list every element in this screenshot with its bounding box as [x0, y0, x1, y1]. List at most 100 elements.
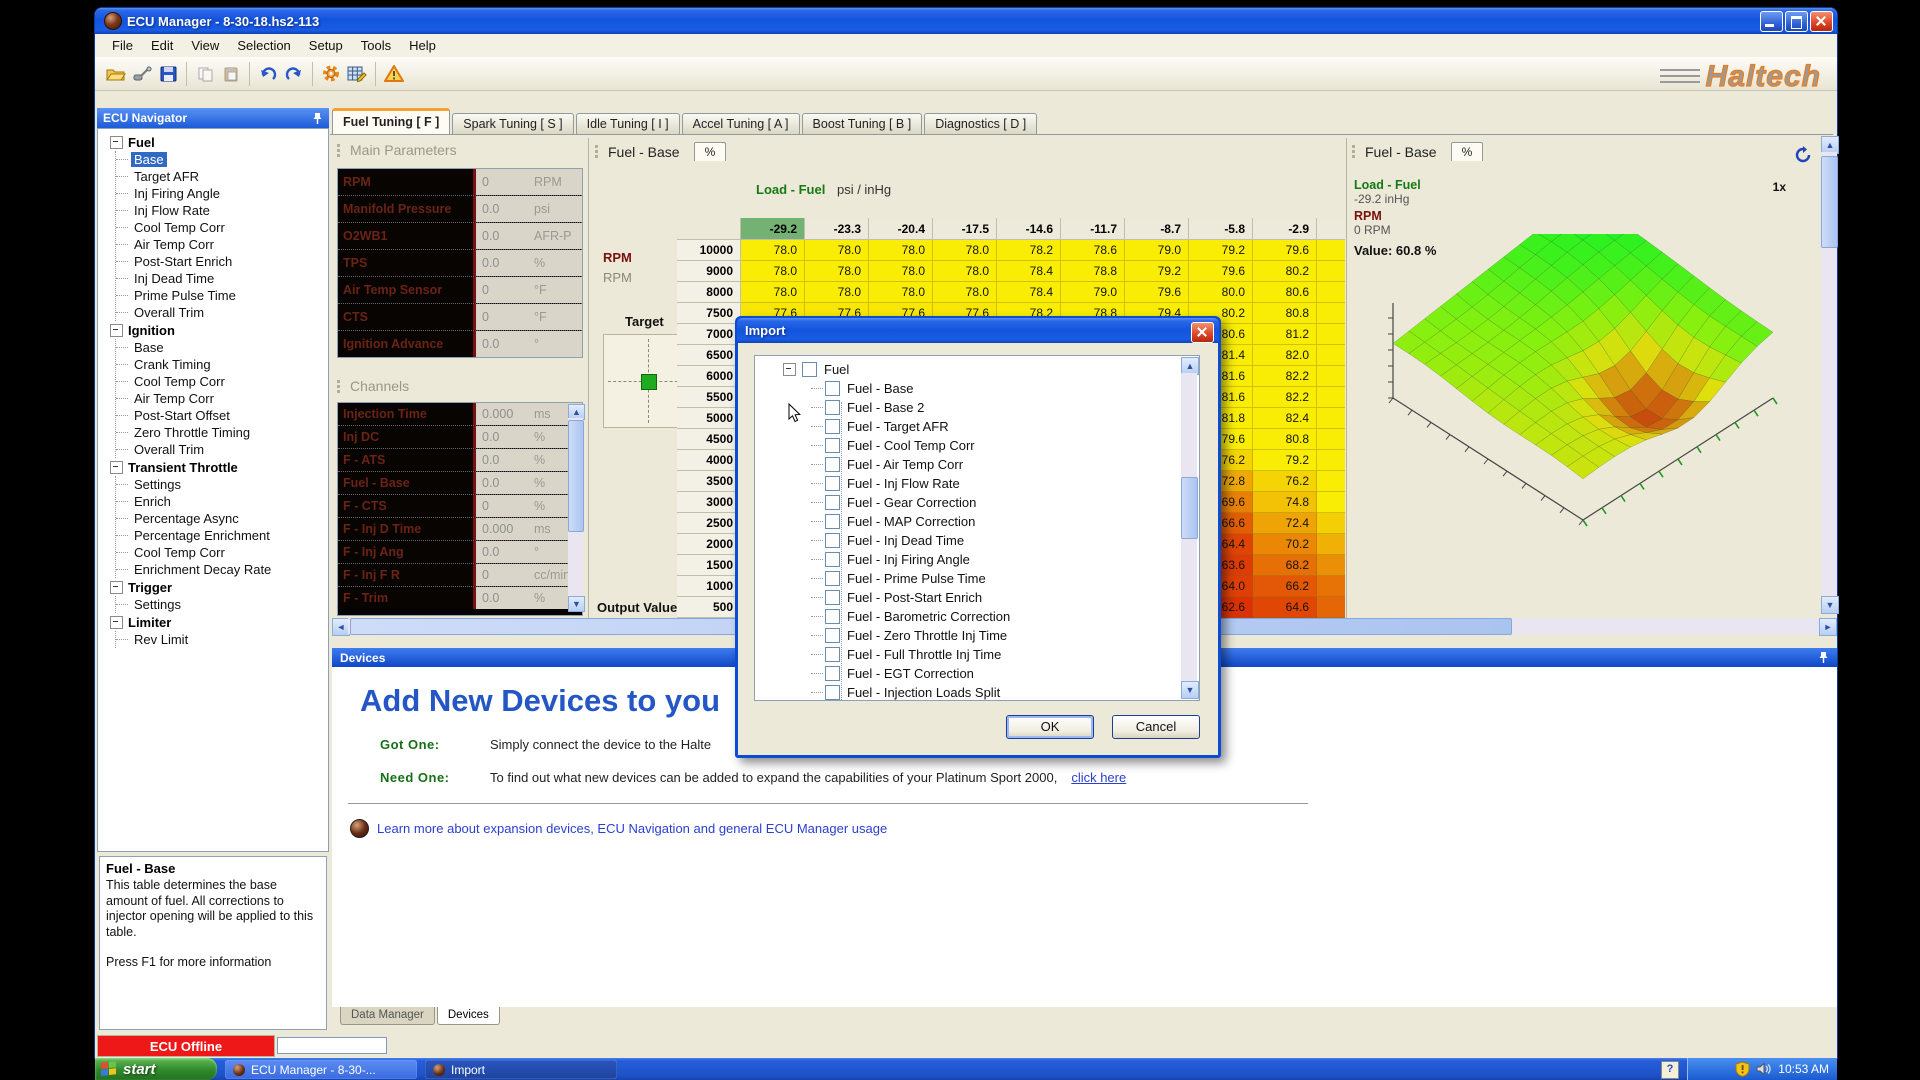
fuel-cell[interactable]: 78.8 — [1061, 261, 1125, 282]
bottom-tab-devices[interactable]: Devices — [437, 1007, 500, 1025]
import-item-fuel-inj-dead-time[interactable]: Fuel - Inj Dead Time — [825, 531, 1199, 550]
connect-icon[interactable] — [129, 62, 155, 86]
fuel-cell[interactable]: 78.0 — [869, 261, 933, 282]
collapse-icon[interactable] — [110, 461, 123, 474]
import-item-fuel-full-throttle-inj-time[interactable]: Fuel - Full Throttle Inj Time — [825, 645, 1199, 664]
open-file-icon[interactable] — [103, 62, 129, 86]
nav-item-enrichment-decay-rate[interactable]: Enrichment Decay Rate — [116, 561, 328, 578]
collapse-icon[interactable] — [110, 136, 123, 149]
fuel-cell[interactable]: 79.2 — [1125, 261, 1189, 282]
fuel-cell[interactable]: 78.4 — [1317, 492, 1345, 513]
nav-section-transient-throttle[interactable]: Transient Throttle — [104, 458, 328, 476]
tab-accel[interactable]: Accel Tuning [ A ] — [682, 113, 800, 134]
nav-section-fuel[interactable]: Fuel — [104, 133, 328, 151]
import-item-fuel-zero-throttle-inj-time[interactable]: Fuel - Zero Throttle Inj Time — [825, 626, 1199, 645]
row-header[interactable]: 500 — [677, 597, 741, 618]
import-item-fuel-cool-temp-corr[interactable]: Fuel - Cool Temp Corr — [825, 436, 1199, 455]
nav-item-cool-temp-corr[interactable]: Cool Temp Corr — [116, 373, 328, 390]
collapse-icon[interactable] — [110, 581, 123, 594]
import-item-fuel-air-temp-corr[interactable]: Fuel - Air Temp Corr — [825, 455, 1199, 474]
column-header[interactable]: -2.9 — [1253, 218, 1317, 240]
nav-item-settings[interactable]: Settings — [116, 476, 328, 493]
checkbox[interactable] — [825, 495, 840, 510]
fuel-cell[interactable]: 83.2 — [1317, 366, 1345, 387]
scroll-down-icon[interactable]: ▼ — [1821, 596, 1839, 614]
row-header[interactable]: 6500 — [677, 345, 741, 366]
nav-item-inj-firing-angle[interactable]: Inj Firing Angle — [116, 185, 328, 202]
fuel-cell[interactable]: 82.4 — [1253, 408, 1317, 429]
row-header[interactable]: 3500 — [677, 471, 741, 492]
dialog-scrollbar[interactable]: ▲ ▼ — [1181, 357, 1198, 699]
close-button[interactable] — [1810, 11, 1833, 32]
fuel-cell[interactable]: 67.4 — [1317, 597, 1345, 618]
checkbox[interactable] — [825, 419, 840, 434]
checkbox[interactable] — [825, 666, 840, 681]
bottom-tab-data-manager[interactable]: Data Manager — [340, 1007, 435, 1025]
pin-icon[interactable] — [1818, 651, 1829, 664]
task-button-import[interactable]: Import — [425, 1060, 617, 1079]
fuel-cell[interactable]: 83.0 — [1317, 345, 1345, 366]
table-edit-icon[interactable] — [344, 62, 370, 86]
column-header[interactable]: -20.4 — [869, 218, 933, 240]
fuel-cell[interactable]: 79.2 — [1253, 450, 1317, 471]
menu-item-file[interactable]: File — [103, 36, 142, 55]
fuel-cell[interactable]: 81.2 — [1317, 282, 1345, 303]
rotate-view-icon[interactable] — [1794, 146, 1812, 164]
fuel-cell[interactable]: 83.0 — [1317, 429, 1345, 450]
nav-item-post-start-enrich[interactable]: Post-Start Enrich — [116, 253, 328, 270]
nav-item-air-temp-corr[interactable]: Air Temp Corr — [116, 390, 328, 407]
import-tree-root[interactable]: Fuel — [783, 360, 1199, 379]
nav-item-percentage-async[interactable]: Percentage Async — [116, 510, 328, 527]
fuel-cell[interactable]: 79.2 — [1189, 240, 1253, 261]
fuel-cell[interactable]: 78.0 — [741, 240, 805, 261]
redo-icon[interactable] — [281, 62, 307, 86]
pin-icon[interactable] — [312, 112, 323, 125]
checkbox[interactable] — [825, 647, 840, 662]
fuel-cell[interactable]: 83.4 — [1317, 408, 1345, 429]
scroll-down-icon[interactable]: ▼ — [1181, 681, 1199, 699]
fuel-cell[interactable]: 80.2 — [1253, 261, 1317, 282]
checkbox[interactable] — [825, 533, 840, 548]
fuel-cell[interactable]: 81.4 — [1317, 303, 1345, 324]
import-item-fuel-post-start-enrich[interactable]: Fuel - Post-Start Enrich — [825, 588, 1199, 607]
fuel-cell[interactable]: 78.0 — [933, 282, 997, 303]
nav-item-prime-pulse-time[interactable]: Prime Pulse Time — [116, 287, 328, 304]
checkbox[interactable] — [825, 381, 840, 396]
import-item-fuel-target-afr[interactable]: Fuel - Target AFR — [825, 417, 1199, 436]
row-header[interactable]: 6000 — [677, 366, 741, 387]
nav-item-base[interactable]: Base — [116, 339, 328, 356]
nav-item-target-afr[interactable]: Target AFR — [116, 168, 328, 185]
import-item-fuel-map-correction[interactable]: Fuel - MAP Correction — [825, 512, 1199, 531]
checkbox[interactable] — [825, 628, 840, 643]
checkbox[interactable] — [825, 457, 840, 472]
vertical-scrollbar[interactable]: ▲ ▼ — [1821, 136, 1837, 614]
volume-icon[interactable] — [1756, 1062, 1772, 1076]
menu-item-selection[interactable]: Selection — [228, 36, 299, 55]
task-button-ecu-manager[interactable]: ECU Manager - 8-30-... — [225, 1060, 417, 1079]
row-header[interactable]: 5000 — [677, 408, 741, 429]
fuel-cell[interactable]: 75.8 — [1317, 513, 1345, 534]
tab-boost[interactable]: Boost Tuning [ B ] — [802, 113, 923, 134]
tab-diagnostics[interactable]: Diagnostics [ D ] — [924, 113, 1037, 134]
fuel-cell[interactable]: 78.0 — [869, 240, 933, 261]
menu-item-help[interactable]: Help — [400, 36, 445, 55]
nav-item-overall-trim[interactable]: Overall Trim — [116, 441, 328, 458]
fuel-cell[interactable]: 78.0 — [933, 261, 997, 282]
nav-item-enrich[interactable]: Enrich — [116, 493, 328, 510]
fuel-cell[interactable]: 66.2 — [1253, 576, 1317, 597]
tab-idle[interactable]: Idle Tuning [ I ] — [576, 113, 680, 134]
fuel-cell[interactable]: 74.8 — [1253, 492, 1317, 513]
fuel-cell[interactable]: 81.2 — [1253, 324, 1317, 345]
fuel-cell[interactable]: 78.0 — [805, 282, 869, 303]
menu-item-tools[interactable]: Tools — [352, 36, 400, 55]
import-item-fuel-injection-loads-split[interactable]: Fuel - Injection Loads Split — [825, 683, 1199, 701]
row-header[interactable]: 3000 — [677, 492, 741, 513]
fuel-cell[interactable]: 82.4 — [1317, 450, 1345, 471]
restore-button[interactable] — [1785, 11, 1808, 32]
nav-item-cool-temp-corr[interactable]: Cool Temp Corr — [116, 544, 328, 561]
nav-item-overall-trim[interactable]: Overall Trim — [116, 304, 328, 321]
fuel-cell[interactable]: 82.2 — [1253, 366, 1317, 387]
checkbox[interactable] — [825, 400, 840, 415]
tab-spark[interactable]: Spark Tuning [ S ] — [452, 113, 573, 134]
column-header[interactable]: -29.2 — [741, 218, 805, 240]
